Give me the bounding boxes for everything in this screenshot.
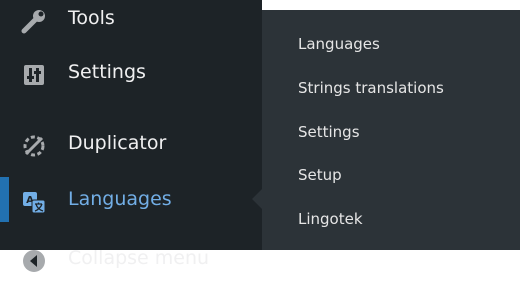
sidebar-item-label: Languages	[68, 188, 172, 210]
submenu-item-setup[interactable]: Setup	[298, 157, 342, 193]
submenu-item-languages[interactable]: Languages	[298, 26, 380, 62]
wrench-icon	[21, 6, 47, 34]
sidebar-item-languages[interactable]: A Languages	[0, 177, 262, 221]
settings-sliders-icon	[21, 60, 47, 86]
submenu-item-strings-translations[interactable]: Strings translations	[298, 70, 444, 106]
sidebar-item-collapse[interactable]: Collapse menu	[0, 236, 262, 280]
duplicator-icon	[21, 131, 47, 157]
sidebar-item-label: Settings	[68, 61, 146, 83]
languages-submenu: Languages Strings translations Settings …	[262, 10, 520, 250]
sidebar-item-label: Duplicator	[68, 132, 167, 154]
sidebar-item-label: Tools	[68, 7, 115, 29]
submenu-item-lingotek[interactable]: Lingotek	[298, 201, 363, 237]
translation-icon: A	[21, 187, 47, 214]
sidebar-item-duplicator[interactable]: Duplicator	[0, 121, 262, 165]
content-area	[262, 0, 520, 10]
sidebar-item-settings[interactable]: Settings	[0, 50, 262, 94]
sidebar-item-label: Collapse menu	[68, 247, 210, 269]
sidebar-item-tools[interactable]: Tools	[0, 0, 262, 40]
submenu-item-settings[interactable]: Settings	[298, 114, 360, 150]
admin-sidebar: Tools Settings Duplicator A Languages Co…	[0, 0, 263, 272]
